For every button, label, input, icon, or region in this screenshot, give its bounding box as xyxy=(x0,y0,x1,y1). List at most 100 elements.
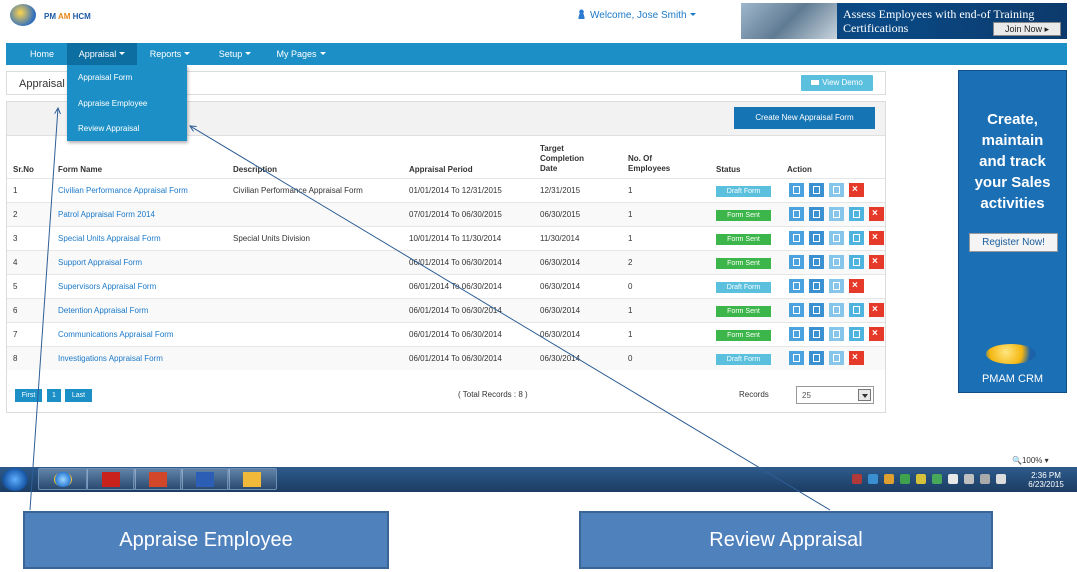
edit-icon[interactable] xyxy=(829,231,844,245)
records-per-page-value: 25 xyxy=(802,391,811,400)
user-icon[interactable] xyxy=(849,231,864,245)
view-icon[interactable] xyxy=(789,303,804,317)
copy-icon[interactable] xyxy=(809,303,824,317)
nav-appraisal[interactable]: Appraisal xyxy=(67,43,137,65)
form-name-link[interactable]: Patrol Appraisal Form 2014 xyxy=(58,210,155,219)
table-row: 5 Supervisors Appraisal Form 06/01/2014 To… xyxy=(7,274,885,298)
view-icon[interactable] xyxy=(789,255,804,269)
edit-icon[interactable] xyxy=(829,255,844,269)
edit-icon[interactable] xyxy=(829,351,844,365)
nav-setup[interactable]: Setup xyxy=(211,43,259,65)
form-name-link[interactable]: Special Units Appraisal Form xyxy=(58,234,161,243)
view-icon[interactable] xyxy=(789,207,804,221)
menu-item-appraise-employee[interactable]: Appraise Employee xyxy=(78,99,147,108)
register-now-button[interactable]: Register Now! xyxy=(969,233,1058,252)
nav-home[interactable]: Home xyxy=(18,43,66,65)
internet-explorer-taskbar-button[interactable] xyxy=(38,468,88,490)
pmam-crm-ad[interactable]: Create, maintain and track your Sales ac… xyxy=(958,70,1067,393)
table-row: 2 Patrol Appraisal Form 2014 07/01/2014 To… xyxy=(7,202,885,226)
edit-icon[interactable] xyxy=(829,303,844,317)
settings-icon[interactable] xyxy=(884,474,894,484)
nav-reports[interactable]: Reports xyxy=(140,43,200,65)
copy-icon[interactable] xyxy=(809,327,824,341)
monitor-icon[interactable] xyxy=(980,474,990,484)
edit-icon[interactable] xyxy=(829,327,844,341)
cell-srno: 4 xyxy=(13,258,18,267)
pager-page-1-button[interactable]: 1 xyxy=(47,389,61,402)
delete-icon[interactable]: × xyxy=(869,327,884,341)
delete-icon[interactable]: × xyxy=(869,303,884,317)
copy-icon[interactable] xyxy=(809,231,824,245)
view-demo-button[interactable]: View Demo xyxy=(801,75,873,91)
update-icon[interactable] xyxy=(900,474,910,484)
powerpoint-icon xyxy=(149,472,167,487)
view-icon[interactable] xyxy=(789,279,804,293)
pager-first-button[interactable]: First xyxy=(15,389,42,402)
acrobat-taskbar-button[interactable] xyxy=(86,468,136,490)
form-name-link[interactable]: Communications Appraisal Form xyxy=(58,330,174,339)
volume-icon[interactable] xyxy=(996,474,1006,484)
pdf-icon xyxy=(102,472,120,487)
check-icon[interactable] xyxy=(932,474,942,484)
logo-text: PM AM HCM xyxy=(44,12,91,21)
pager-last-button[interactable]: Last xyxy=(65,389,92,402)
copy-icon[interactable] xyxy=(809,183,824,197)
copy-icon[interactable] xyxy=(809,207,824,221)
shield-icon[interactable] xyxy=(852,474,862,484)
chevron-down-icon xyxy=(245,52,252,55)
join-now-button[interactable]: Join Now ▸ xyxy=(993,22,1061,36)
edit-icon[interactable] xyxy=(829,279,844,293)
training-certification-ad[interactable]: Assess Employees with end-of Training Ce… xyxy=(741,3,1067,39)
delete-icon[interactable]: × xyxy=(869,207,884,221)
zoom-level[interactable]: 🔍100% ▾ xyxy=(1012,456,1049,465)
cell-target-date: 11/30/2014 xyxy=(540,234,580,243)
user-icon[interactable] xyxy=(849,207,864,221)
mail-icon xyxy=(243,472,261,487)
edit-icon[interactable] xyxy=(829,183,844,197)
mail-tray-icon[interactable] xyxy=(916,474,926,484)
pmam-crm-brand: PMAM CRM xyxy=(981,373,1044,385)
delete-icon[interactable]: × xyxy=(869,255,884,269)
pmam-hcm-logo[interactable]: PM AM HCM xyxy=(10,4,100,30)
vm-icon[interactable] xyxy=(948,474,958,484)
windows-start-icon[interactable] xyxy=(2,468,28,491)
view-icon[interactable] xyxy=(789,351,804,365)
delete-icon[interactable]: × xyxy=(849,279,864,293)
user-menu[interactable]: Welcome, Jose Smith xyxy=(577,9,696,21)
cell-srno: 7 xyxy=(13,330,18,339)
form-name-link[interactable]: Civilian Performance Appraisal Form xyxy=(58,186,188,195)
user-icon[interactable] xyxy=(849,327,864,341)
form-name-link[interactable]: Supervisors Appraisal Form xyxy=(58,282,156,291)
copy-icon[interactable] xyxy=(809,351,824,365)
nav-my-pages[interactable]: My Pages xyxy=(270,43,332,65)
cell-srno: 8 xyxy=(13,354,18,363)
delete-icon[interactable]: × xyxy=(849,183,864,197)
menu-item-appraisal-form[interactable]: Appraisal Form xyxy=(78,73,132,82)
delete-icon[interactable]: × xyxy=(849,351,864,365)
user-icon[interactable] xyxy=(849,255,864,269)
system-clock[interactable]: 2:36 PM 6/23/2015 xyxy=(1020,471,1072,489)
network-icon[interactable] xyxy=(868,474,878,484)
copy-icon[interactable] xyxy=(809,279,824,293)
menu-item-review-appraisal[interactable]: Review Appraisal xyxy=(78,124,139,133)
cell-employee-count: 0 xyxy=(628,282,633,291)
outlook-taskbar-button[interactable] xyxy=(227,468,277,490)
status-badge: Form Sent xyxy=(716,210,771,221)
user-icon[interactable] xyxy=(849,303,864,317)
delete-icon[interactable]: × xyxy=(869,231,884,245)
view-icon[interactable] xyxy=(789,231,804,245)
form-name-link[interactable]: Investigations Appraisal Form xyxy=(58,354,163,363)
create-appraisal-form-button[interactable]: Create New Appraisal Form xyxy=(734,107,875,129)
view-icon[interactable] xyxy=(789,183,804,197)
main-nav: Home Appraisal Reports Setup My Pages xyxy=(6,43,1067,65)
flag-icon[interactable] xyxy=(964,474,974,484)
word-taskbar-button[interactable] xyxy=(180,468,230,490)
ad-photo xyxy=(741,3,837,39)
form-name-link[interactable]: Detention Appraisal Form xyxy=(58,306,148,315)
edit-icon[interactable] xyxy=(829,207,844,221)
form-name-link[interactable]: Support Appraisal Form xyxy=(58,258,142,267)
copy-icon[interactable] xyxy=(809,255,824,269)
view-icon[interactable] xyxy=(789,327,804,341)
powerpoint-taskbar-button[interactable] xyxy=(133,468,183,490)
records-per-page-select[interactable]: 25 xyxy=(796,386,874,404)
